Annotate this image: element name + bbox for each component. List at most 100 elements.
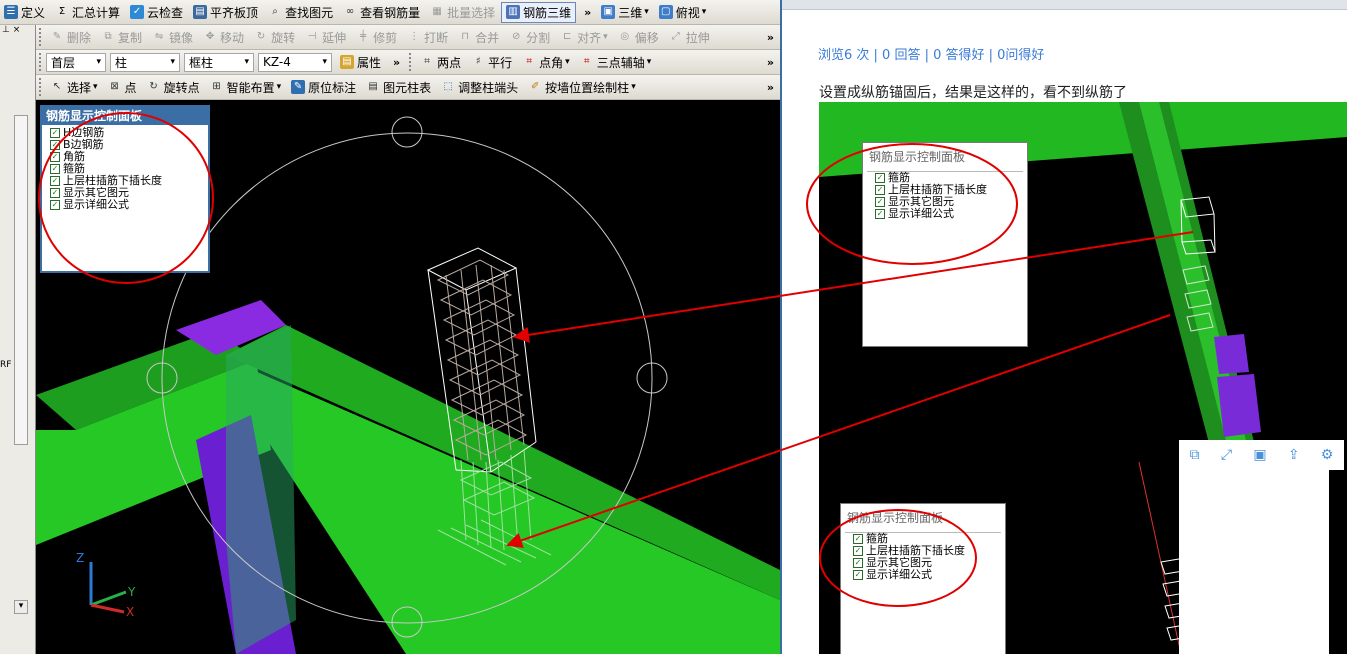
point-angle-icon: ⌗ bbox=[526, 56, 532, 67]
stretch-button[interactable]: ⤢ 拉伸 bbox=[665, 27, 714, 48]
rebar-display-panel-2: 钢筋显示控制面板 ✓ 箍筋 ✓ 上层柱插筋下插长度 ✓ 显示其它图元 ✓ 显示详细公式 bbox=[840, 503, 1006, 654]
chevron-down-icon: ▾ bbox=[244, 57, 249, 67]
adjust-column-end-button[interactable]: ⬚ 调整柱端头 bbox=[437, 77, 522, 98]
rotate-point-icon: ↻ bbox=[149, 81, 158, 92]
checkbox-icon[interactable]: ✓ bbox=[50, 140, 60, 150]
smart-layout-button[interactable]: ⊞ 智能布置 ▾ bbox=[206, 77, 286, 98]
mirror-button[interactable]: ⇋ 镜像 bbox=[148, 27, 197, 48]
select-button[interactable]: ↖ 选择 ▾ bbox=[46, 77, 102, 98]
draw-by-wall-button[interactable]: ✐ 按墙位置绘制柱 ▾ bbox=[524, 77, 640, 98]
checkbox-icon[interactable]: ✓ bbox=[853, 534, 863, 544]
batch-select-button[interactable]: ▦ 批量选择 bbox=[426, 2, 499, 23]
merge-button[interactable]: ⊓ 合并 bbox=[454, 27, 503, 48]
parallel-icon: ♯ bbox=[475, 56, 481, 67]
element-toolbar: 首层 ▾ 柱 ▾ 框柱 ▾ KZ-4 ▾ ▤ 属性 » ⌗ 两点 ♯ 平行 ⌗ 点角 ▾ ⌗ 三点辅… bbox=[36, 50, 780, 75]
chevron-down-icon: ▾ bbox=[93, 82, 98, 92]
chevron-down-icon: ▾ bbox=[644, 7, 649, 17]
gear-icon[interactable]: ⚙ bbox=[1321, 447, 1334, 463]
browser-page: 浏览6 次 | 0 回答 | 0 答得好 | 0问得好 设置成纵筋锚固后，结果是… bbox=[782, 0, 1347, 654]
toolbar-overflow-chevron[interactable]: » bbox=[761, 56, 780, 69]
3d-viewport[interactable]: Z Y X 钢筋显示控制面板 ✓ H边钢筋 ✓ B边钢筋 ✓ 角筋 ✓ 箍筋 ✓ 上层柱插… bbox=[36, 100, 780, 654]
checkbox-icon[interactable]: ✓ bbox=[853, 558, 863, 568]
toolbar-grip bbox=[39, 78, 43, 96]
parallel-button[interactable]: ♯ 平行 bbox=[467, 52, 516, 73]
split-button[interactable]: ⊘ 分割 bbox=[505, 27, 554, 48]
checkbox-icon[interactable]: ✓ bbox=[50, 176, 60, 186]
view-rebar-qty-button[interactable]: ∞ 查看钢筋量 bbox=[339, 2, 424, 23]
checkbox-icon[interactable]: ✓ bbox=[853, 546, 863, 556]
cloud-check-button[interactable]: ✓ 云检查 bbox=[126, 2, 187, 23]
split-icon: ⊘ bbox=[511, 31, 521, 42]
share-icon[interactable]: ⇪ bbox=[1288, 447, 1300, 463]
rebar-3d-icon: ▥ bbox=[506, 5, 521, 19]
trim-button[interactable]: ╪ 修剪 bbox=[352, 27, 401, 48]
axis-icon: ⌗ bbox=[583, 56, 590, 67]
checkbox-icon[interactable]: ✓ bbox=[875, 185, 885, 195]
three-point-axis-button[interactable]: ⌗ 三点辅轴 ▾ bbox=[576, 52, 656, 73]
checkbox-icon[interactable]: ✓ bbox=[50, 164, 60, 174]
checkbox-icon[interactable]: ✓ bbox=[853, 570, 863, 580]
checkbox-icon[interactable]: ✓ bbox=[875, 173, 885, 183]
align-slab-top-button[interactable]: ▤ 平齐板顶 bbox=[189, 2, 262, 23]
toolbar-overflow-chevron[interactable]: » bbox=[761, 31, 780, 44]
two-point-button[interactable]: ⌗ 两点 bbox=[416, 52, 465, 73]
toolbar-overflow-chevron[interactable]: » bbox=[761, 81, 780, 94]
edit-toolbar: ✎ 删除 ⧉ 复制 ⇋ 镜像 ✥ 移动 ↻ 旋转 ⊣ 延伸 ╪ 修剪 ⋮ 打断 ⊓ 合并 ⊘ 分割 … bbox=[36, 25, 780, 50]
option-show-detail-formula[interactable]: ✓ 显示详细公式 bbox=[867, 208, 1023, 220]
save-icon[interactable]: ▣ bbox=[1253, 447, 1266, 463]
copy-icon[interactable]: ⧉ bbox=[1190, 447, 1200, 463]
type-select[interactable]: 框柱 ▾ bbox=[184, 52, 254, 72]
checkbox-icon[interactable]: ✓ bbox=[50, 152, 60, 162]
sidebar-scrollbar[interactable] bbox=[14, 115, 28, 445]
rotate-point-button[interactable]: ↻ 旋转点 bbox=[143, 77, 204, 98]
rebar-display-panel: 钢筋显示控制面板 ✓ H边钢筋 ✓ B边钢筋 ✓ 角筋 ✓ 箍筋 ✓ 上层柱插筋下插长度 … bbox=[40, 105, 210, 273]
sigma-icon: Σ bbox=[58, 6, 66, 17]
rebar-icon: ∞ bbox=[345, 6, 355, 17]
properties-icon: ▤ bbox=[340, 55, 354, 69]
point-icon: ⊠ bbox=[110, 81, 119, 92]
stretch-icon: ⤢ bbox=[671, 31, 680, 42]
checkbox-icon[interactable]: ✓ bbox=[875, 197, 885, 207]
annotate-icon: ✎ bbox=[291, 80, 306, 94]
rotate-button[interactable]: ↻ 旋转 bbox=[250, 27, 299, 48]
view-3d-dropdown[interactable]: ▣ 三维 ▾ bbox=[597, 2, 653, 23]
option-show-detail-formula[interactable]: ✓ 显示详细公式 bbox=[42, 199, 208, 211]
toolbar-overflow-chevron[interactable]: » bbox=[387, 56, 406, 69]
delete-button[interactable]: ✎ 删除 bbox=[46, 27, 95, 48]
scroll-down-icon[interactable]: ▾ bbox=[14, 600, 28, 614]
break-button[interactable]: ⋮ 打断 bbox=[403, 27, 452, 48]
check-icon: ✓ bbox=[130, 5, 145, 19]
top-view-dropdown[interactable]: ▢ 俯视 ▾ bbox=[655, 2, 711, 23]
properties-button[interactable]: ▤ 属性 bbox=[336, 52, 385, 73]
pin-icon[interactable]: ⊥ × bbox=[0, 25, 35, 35]
fullscreen-icon[interactable]: ⤢ bbox=[1221, 447, 1232, 463]
floor-select[interactable]: 首层 ▾ bbox=[46, 52, 106, 72]
toolbar-overflow-chevron[interactable]: » bbox=[578, 6, 597, 19]
find-element-button[interactable]: ⌕ 查找图元 bbox=[264, 2, 337, 23]
orbit-handle-top[interactable] bbox=[391, 116, 423, 148]
point-angle-button[interactable]: ⌗ 点角 ▾ bbox=[518, 52, 574, 73]
option-show-detail-formula[interactable]: ✓ 显示详细公式 bbox=[845, 569, 1001, 581]
panel1-title: 钢筋显示控制面板 bbox=[869, 150, 966, 164]
extend-button[interactable]: ⊣ 延伸 bbox=[301, 27, 350, 48]
column-table-button[interactable]: ▤ 图元柱表 bbox=[362, 77, 435, 98]
chevron-down-icon: ▾ bbox=[276, 82, 282, 92]
rebar-3d-button[interactable]: ▥ 钢筋三维 bbox=[501, 1, 577, 23]
checkbox-icon[interactable]: ✓ bbox=[875, 209, 885, 219]
checkbox-icon[interactable]: ✓ bbox=[50, 128, 60, 138]
checkbox-icon[interactable]: ✓ bbox=[50, 188, 60, 198]
point-button[interactable]: ⊠ 点 bbox=[104, 77, 141, 98]
checkbox-icon[interactable]: ✓ bbox=[50, 200, 60, 210]
inplace-annotate-button[interactable]: ✎ 原位标注 bbox=[287, 77, 360, 98]
define-button[interactable]: ☰ 定义 bbox=[0, 2, 49, 23]
offset-button[interactable]: ◎ 偏移 bbox=[614, 27, 663, 48]
question-image[interactable]: 钢筋显示控制面板 ✓ 箍筋 ✓ 上层柱插筋下插长度 ✓ 显示其它图元 ✓ 显示详细公式 … bbox=[819, 102, 1347, 654]
move-button[interactable]: ✥ 移动 bbox=[199, 27, 248, 48]
summary-calc-button[interactable]: Σ 汇总计算 bbox=[51, 2, 124, 23]
cursor-icon: ↖ bbox=[52, 81, 62, 92]
align-button[interactable]: ⊏ 对齐 ▾ bbox=[556, 27, 612, 48]
copy-button[interactable]: ⧉ 复制 bbox=[97, 27, 146, 48]
smart-layout-icon: ⊞ bbox=[212, 81, 221, 92]
category-select[interactable]: 柱 ▾ bbox=[110, 52, 180, 72]
element-select[interactable]: KZ-4 ▾ bbox=[258, 52, 332, 72]
